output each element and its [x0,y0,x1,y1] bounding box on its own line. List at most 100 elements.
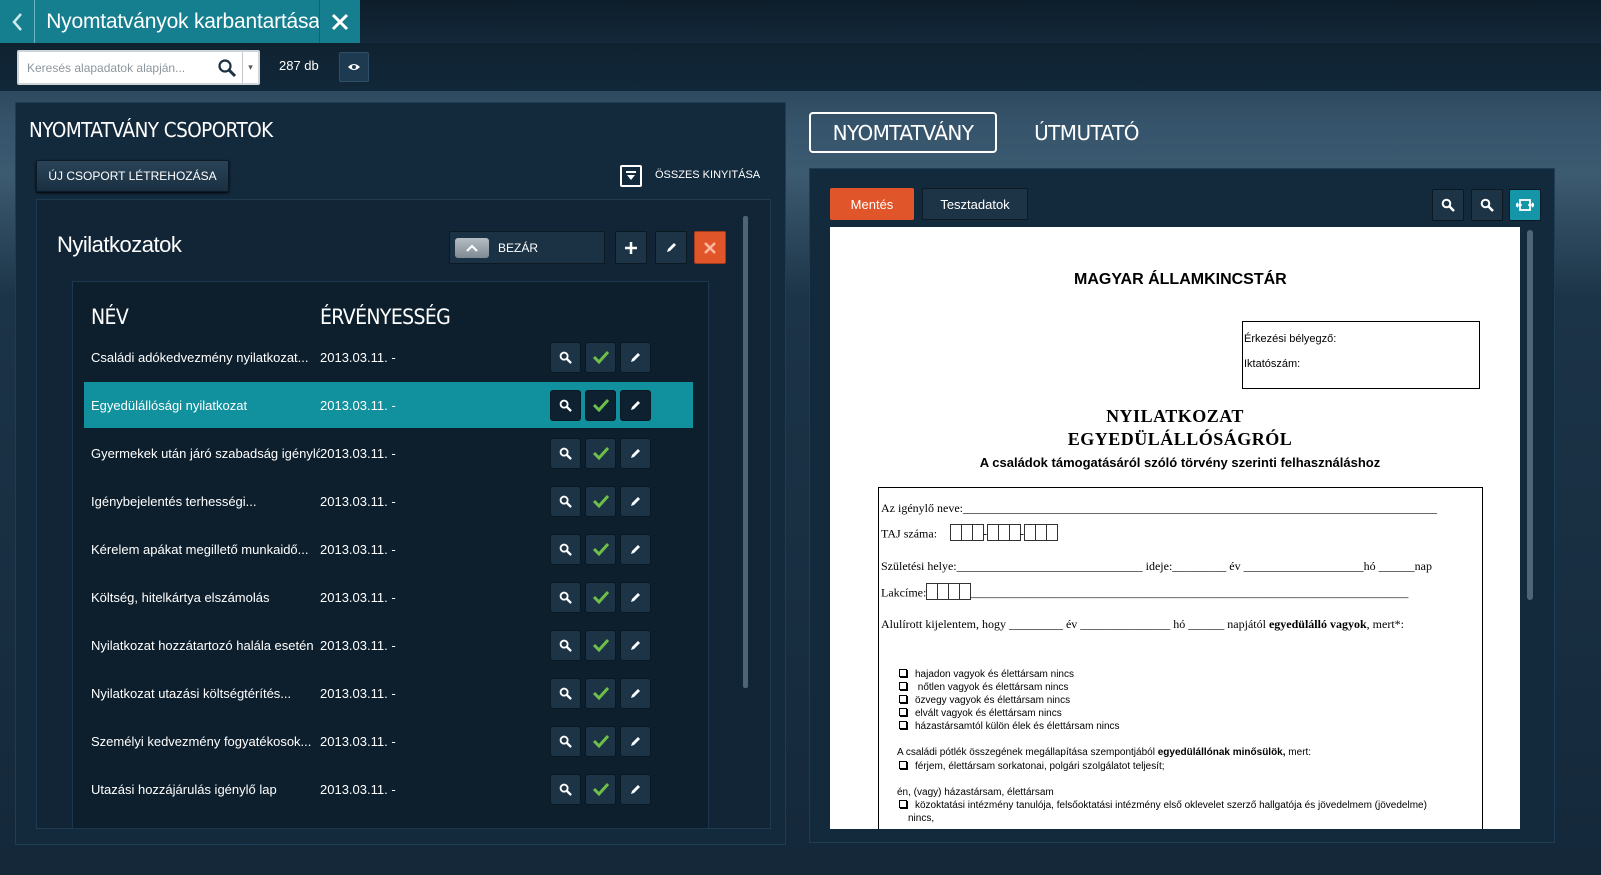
view-form-button[interactable] [550,677,581,709]
status-option[interactable]: nőtlen vagyok és élettársam nincs [899,682,1068,693]
edit-form-button[interactable] [620,677,651,709]
search-input[interactable]: Keresés alapadatok alapján... [19,61,212,75]
activate-form-button[interactable] [585,485,616,517]
activate-form-button[interactable] [585,773,616,805]
group-scrollbar[interactable] [743,216,748,688]
family-option[interactable]: férjem, élettársam sorkatonai, polgári s… [899,761,1165,772]
window-title: Nyomtatványok karbantartása [46,9,320,33]
or-line: én, (vagy) házastársam, élettársam [897,787,1054,798]
address-field[interactable]: Lakcíme: ________________________________… [881,583,1408,604]
view-form-button[interactable] [550,485,581,517]
table-row[interactable]: Nyilatkozat hozzátartozó halála esetén 20… [84,622,693,668]
activate-form-button[interactable] [585,581,616,613]
table-row[interactable]: Személyi kedvezmény fogyatékosok... 2013.… [84,718,693,764]
edit-form-button[interactable] [620,581,651,613]
status-option[interactable]: házastársamtól külön élek és élettársam … [899,721,1120,732]
table-row[interactable]: Gyermekek után járó szabadság igénylő 201… [84,430,693,476]
applicant-name-field[interactable]: Az igénylő neve:________________________… [881,501,1437,516]
education-option[interactable]: közoktatási intézmény tanulója, felsőokt… [899,800,1427,811]
view-form-button[interactable] [550,533,581,565]
edit-form-button[interactable] [620,437,651,469]
view-form-button[interactable] [550,437,581,469]
table-row[interactable]: Igénybejelentés terhességi... 2013.03.11.… [84,478,693,524]
view-form-button[interactable] [550,773,581,805]
activate-form-button[interactable] [585,437,616,469]
plus-icon [625,241,637,254]
check-icon [592,734,610,748]
back-button[interactable] [0,0,36,43]
activate-form-button[interactable] [585,533,616,565]
status-option[interactable]: özvegy vagyok és élettársam nincs [899,695,1070,706]
view-form-button[interactable] [550,581,581,613]
view-form-button[interactable] [550,725,581,757]
search-box[interactable]: Keresés alapadatok alapján... ▾ [17,50,260,85]
activate-form-button[interactable] [585,341,616,373]
activate-form-button[interactable] [585,629,616,661]
taj-cells[interactable] [950,524,985,545]
taj-cells[interactable] [987,524,1022,545]
caret-down-icon: ▾ [248,62,253,72]
expand-all-label[interactable]: ÖSSZES KINYITÁSA [655,169,760,181]
table-row[interactable]: Költség, hitelkártya elszámolás 2013.03.1… [84,574,693,620]
table-row[interactable]: Családi adókedvezmény nyilatkozat... 2013… [84,334,693,380]
zoom-out-button[interactable] [1471,189,1503,221]
edit-form-button[interactable] [620,341,651,373]
new-group-button[interactable]: ÚJ CSOPORT LÉTREHOZÁSA [36,160,229,192]
postal-code-cells[interactable] [926,583,972,604]
search-dropdown-button[interactable]: ▾ [242,52,258,83]
view-form-button[interactable] [550,341,581,373]
collapse-button[interactable]: BEZÁR [449,231,605,264]
row-name: Egyedülállósági nyilatkozat [91,397,248,413]
edit-form-button[interactable] [620,533,651,565]
zoom-in-button[interactable] [1432,189,1464,221]
delete-group-button[interactable] [694,231,726,264]
check-icon [592,350,610,364]
edit-form-button[interactable] [620,629,651,661]
checkbox[interactable] [899,761,907,769]
view-form-button[interactable] [550,389,581,421]
view-button[interactable] [339,52,369,82]
edit-form-button[interactable] [620,725,651,757]
tab-form[interactable]: NYOMTATVÁNY [809,112,997,153]
save-button[interactable]: Mentés [830,188,914,220]
record-count: 287 db [279,58,319,73]
status-option[interactable]: elvált vagyok és élettársam nincs [899,708,1062,719]
expand-all-icon[interactable] [620,165,642,187]
taj-cells[interactable] [1024,524,1059,545]
edit-form-button[interactable] [620,389,651,421]
edit-form-button[interactable] [620,485,651,517]
taj-field[interactable]: TAJ száma: -- [881,524,1059,545]
table-row[interactable]: Utazási hozzájárulás igénylő lap 2013.03.… [84,766,693,812]
table-row[interactable]: Nyilatkozat utazási költségtérítés... 201… [84,670,693,716]
column-header-validity[interactable]: ÉRVÉNYESSÉG [320,305,451,329]
search-icon[interactable] [212,52,242,83]
checkbox[interactable] [899,800,907,808]
tab-guide[interactable]: ÚTMUTATÓ [1019,112,1154,153]
edit-form-button[interactable] [620,773,651,805]
form-document[interactable]: MAGYAR ÁLLAMKINCSTÁR Érkezési bélyegző: … [830,227,1520,829]
add-form-button[interactable] [615,231,647,264]
view-form-button[interactable] [550,629,581,661]
search-icon [559,543,572,556]
column-header-name[interactable]: NÉV [91,305,129,329]
fit-page-button[interactable] [1509,189,1541,221]
checkbox[interactable] [899,695,907,703]
table-row[interactable]: Kérelem apákat megillető munkaidő... 2013… [84,526,693,572]
activate-form-button[interactable] [585,677,616,709]
status-option[interactable]: hajadon vagyok és élettársam nincs [899,669,1074,680]
document-scrollbar[interactable] [1527,230,1533,600]
activate-form-button[interactable] [585,389,616,421]
checkbox[interactable] [899,721,907,729]
checkbox[interactable] [899,682,907,690]
edit-group-button[interactable] [655,231,687,264]
close-button[interactable] [319,0,360,43]
table-row[interactable]: Egyedülállósági nyilatkozat 2013.03.11. - [84,382,693,428]
pencil-icon [629,351,642,364]
checkbox[interactable] [899,708,907,716]
birth-field[interactable]: Születési helye:________________________… [881,559,1432,574]
checkbox[interactable] [899,669,907,677]
test-data-button[interactable]: Tesztadatok [922,188,1028,220]
declaration-field[interactable]: Alulírott kijelentem, hogy _________ év … [881,617,1404,632]
activate-form-button[interactable] [585,725,616,757]
row-validity: 2013.03.11. - [320,637,396,653]
